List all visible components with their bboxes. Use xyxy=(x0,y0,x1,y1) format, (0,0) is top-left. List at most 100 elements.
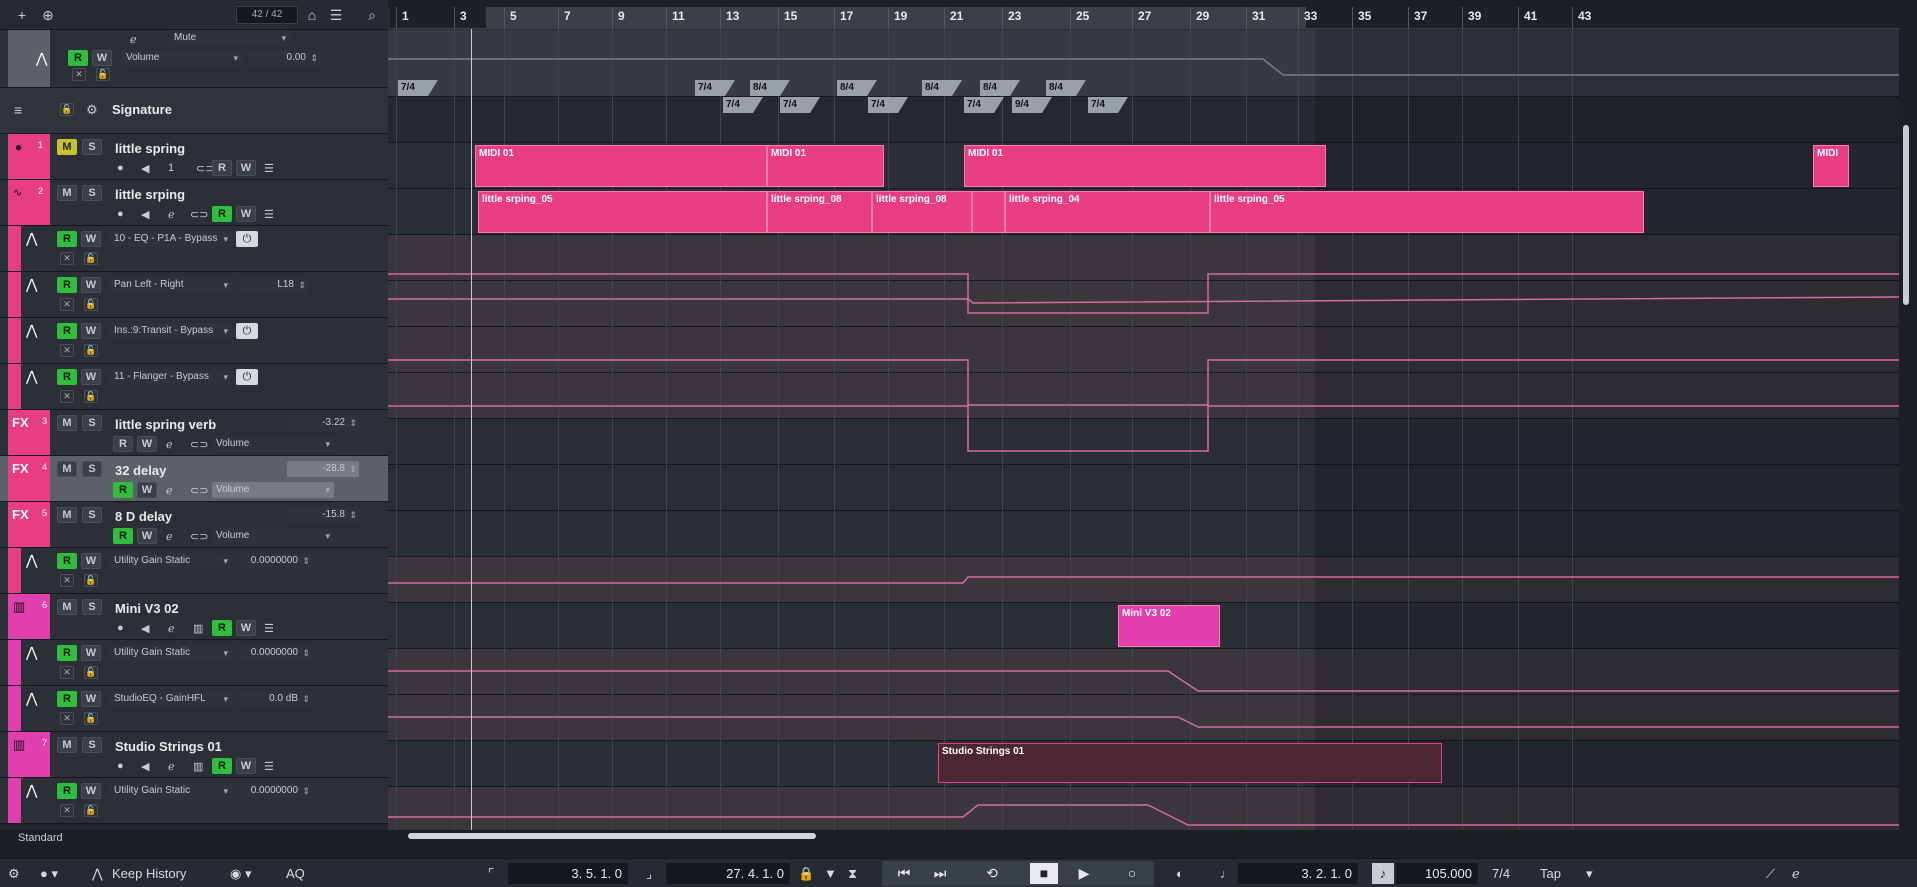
volume-param[interactable]: Volume xyxy=(212,436,334,452)
mute-button[interactable]: M xyxy=(57,415,77,431)
close-icon[interactable]: ✕ xyxy=(72,68,86,81)
edit-icon[interactable]: ℯ xyxy=(1792,863,1800,884)
link-icon[interactable]: ⊂⊃ xyxy=(190,438,208,451)
mute-button[interactable]: M xyxy=(57,461,77,477)
gear-icon[interactable]: ⚙ xyxy=(86,102,98,118)
fx-track-8d-delay[interactable]: FX 5 M S 8 D delay -15.8 R W ℯ ⊂⊃ Volume xyxy=(0,502,388,548)
automation-value[interactable]: 0.00 xyxy=(248,50,320,66)
edit-icon[interactable]: ℯ xyxy=(166,438,173,451)
write-button[interactable]: W xyxy=(236,620,256,636)
automation-param[interactable]: Utility Gain Static xyxy=(110,553,232,569)
automation-track-volume[interactable]: ℯ Mute ⋀ R W Volume 0.00 ✕ 🔓 xyxy=(0,30,388,88)
monitor-icon[interactable]: ◀ xyxy=(141,760,149,773)
right-locator[interactable]: 27. 4. 1. 0 xyxy=(666,863,790,884)
mute-button[interactable]: M xyxy=(57,139,77,155)
automation-param[interactable]: 11 - Flanger - Bypass xyxy=(110,369,232,385)
instrument-track-mini-v3-02[interactable]: ▥ 6 M S Mini V3 02 ● ◀ ℯ ▥ R W ☰ xyxy=(0,594,388,640)
volume-value[interactable]: -28.8 xyxy=(287,461,359,477)
read-button[interactable]: R xyxy=(113,482,133,498)
horizontal-scrollbar[interactable] xyxy=(408,833,816,839)
automation-track[interactable]: ⋀ R W Utility Gain Static 0.0000000 ✕ 🔓 xyxy=(0,548,388,594)
list-icon[interactable]: ☰ xyxy=(326,5,346,25)
volume-value[interactable]: -15.8 xyxy=(287,507,359,523)
power-icon[interactable]: ⏻ xyxy=(236,323,258,339)
read-button[interactable]: R xyxy=(57,277,77,293)
tap-dropdown-icon[interactable]: ▾ xyxy=(1586,863,1593,884)
record-enable-icon[interactable]: ● xyxy=(117,760,124,772)
automation-track[interactable]: ⋀ R W Pan Left - Right L18 ✕ 🔓 xyxy=(0,272,388,318)
lock-icon[interactable]: 🔓 xyxy=(84,390,98,403)
punch-in-icon[interactable]: ▼ xyxy=(824,863,837,884)
monitor-icon[interactable]: ◀ xyxy=(141,162,149,175)
record-enable-icon[interactable]: ● xyxy=(117,162,124,174)
read-button[interactable]: R xyxy=(57,645,77,661)
keep-history-dropdown[interactable]: Keep History xyxy=(112,863,204,884)
lock-icon[interactable]: 🔓 xyxy=(84,574,98,587)
list-icon[interactable]: ☰ xyxy=(264,622,274,635)
click-icon[interactable]: ♩ xyxy=(1220,863,1233,884)
automation-param[interactable]: Utility Gain Static xyxy=(110,645,232,661)
automation-param-mute[interactable]: Mute xyxy=(170,30,290,46)
mute-button[interactable]: M xyxy=(57,507,77,523)
edit-icon[interactable]: ℯ xyxy=(166,484,173,497)
read-button[interactable]: R xyxy=(57,231,77,247)
automation-param[interactable]: Ins.:9:Transit - Bypass xyxy=(110,323,232,339)
stop-icon[interactable]: ■ xyxy=(1030,863,1058,884)
edit-icon[interactable]: ℯ xyxy=(168,760,175,773)
solo-button[interactable]: S xyxy=(82,415,102,431)
close-icon[interactable]: ✕ xyxy=(60,574,74,587)
search-icon[interactable]: ⌕ xyxy=(362,5,382,25)
instrument-icon[interactable]: ▥ xyxy=(193,622,203,635)
tap-button[interactable]: Tap xyxy=(1540,863,1561,884)
automation-value[interactable]: 0.0000000 xyxy=(240,645,312,661)
automation-value[interactable]: L18 xyxy=(240,277,308,293)
lock-icon[interactable]: 🔓 xyxy=(84,712,98,725)
power-icon[interactable]: ⏻ xyxy=(236,231,258,247)
volume-param[interactable]: Volume xyxy=(212,528,334,544)
instrument-icon[interactable]: ▥ xyxy=(193,760,203,773)
automation-track[interactable]: ⋀ R W Utility Gain Static 0.0000000 ✕ 🔓 xyxy=(0,778,388,824)
solo-button[interactable]: S xyxy=(82,185,102,201)
list-icon[interactable]: ☰ xyxy=(264,162,274,175)
track-little-spring[interactable]: ● 1 M S little spring ● ◀ 1 ⊂⊃ R W ☰ xyxy=(0,134,388,180)
automation-value[interactable]: 0.0000000 xyxy=(240,553,312,569)
add-track-icon[interactable]: + xyxy=(12,5,32,25)
read-button[interactable]: R xyxy=(57,553,77,569)
lock-icon[interactable]: 🔓 xyxy=(84,344,98,357)
record-enable-icon[interactable]: ● xyxy=(117,622,124,634)
solo-button[interactable]: S xyxy=(82,599,102,615)
mute-button[interactable]: M xyxy=(57,599,77,615)
lock-icon[interactable]: 🔓 xyxy=(60,103,74,116)
lock-icon[interactable]: 🔓 xyxy=(84,804,98,817)
write-button[interactable]: W xyxy=(81,323,101,339)
volume-value[interactable]: -3.22 xyxy=(287,415,359,431)
read-button[interactable]: R xyxy=(57,323,77,339)
automation-value[interactable]: 0.0000000 xyxy=(240,783,312,799)
write-button[interactable]: W xyxy=(81,783,101,799)
edit-icon[interactable]: ℯ xyxy=(166,530,173,543)
automation-param[interactable]: Volume xyxy=(122,50,242,66)
monitor-icon[interactable]: ◀ xyxy=(141,208,149,221)
cycle-icon[interactable]: ⟲ xyxy=(978,863,1006,884)
tempo-icon[interactable]: ♪ xyxy=(1372,863,1394,884)
monitor-icon[interactable]: ◀ xyxy=(141,622,149,635)
read-button[interactable]: R xyxy=(68,50,88,66)
track-little-srping[interactable]: ∿ 2 M S little srping ● ◀ ℯ ⊂⊃ R W ☰ xyxy=(0,180,388,226)
visibility-icon[interactable]: ⌂ xyxy=(302,5,322,25)
midi-channel[interactable]: 1 xyxy=(168,162,174,174)
event-display[interactable]: 7/4 7/4 8/4 7/4 7/4 8/4 7/4 8/4 7/4 8/4 9/4 8/4 7/4 … xyxy=(388,7,1899,830)
edit-icon[interactable]: ℯ xyxy=(168,208,175,221)
record-enable-icon[interactable]: ● xyxy=(117,208,124,220)
write-button[interactable]: W xyxy=(236,160,256,176)
automation-param[interactable]: 10 - EQ - P1A - Bypass xyxy=(110,231,232,247)
close-icon[interactable]: ✕ xyxy=(60,298,74,311)
punch-out-icon[interactable]: ⧗ xyxy=(848,863,857,884)
power-icon[interactable]: ⏻ xyxy=(236,369,258,385)
play-icon[interactable]: ▶ xyxy=(1070,863,1098,884)
position-display[interactable]: 3. 2. 1. 0 xyxy=(1238,863,1358,884)
read-button[interactable]: R xyxy=(212,620,232,636)
signature-track[interactable]: ≡ 🔓 ⚙ Signature xyxy=(0,88,388,134)
write-button[interactable]: W xyxy=(236,758,256,774)
write-button[interactable]: W xyxy=(81,369,101,385)
quantize-icon[interactable]: ◉ ▾ xyxy=(230,863,251,884)
